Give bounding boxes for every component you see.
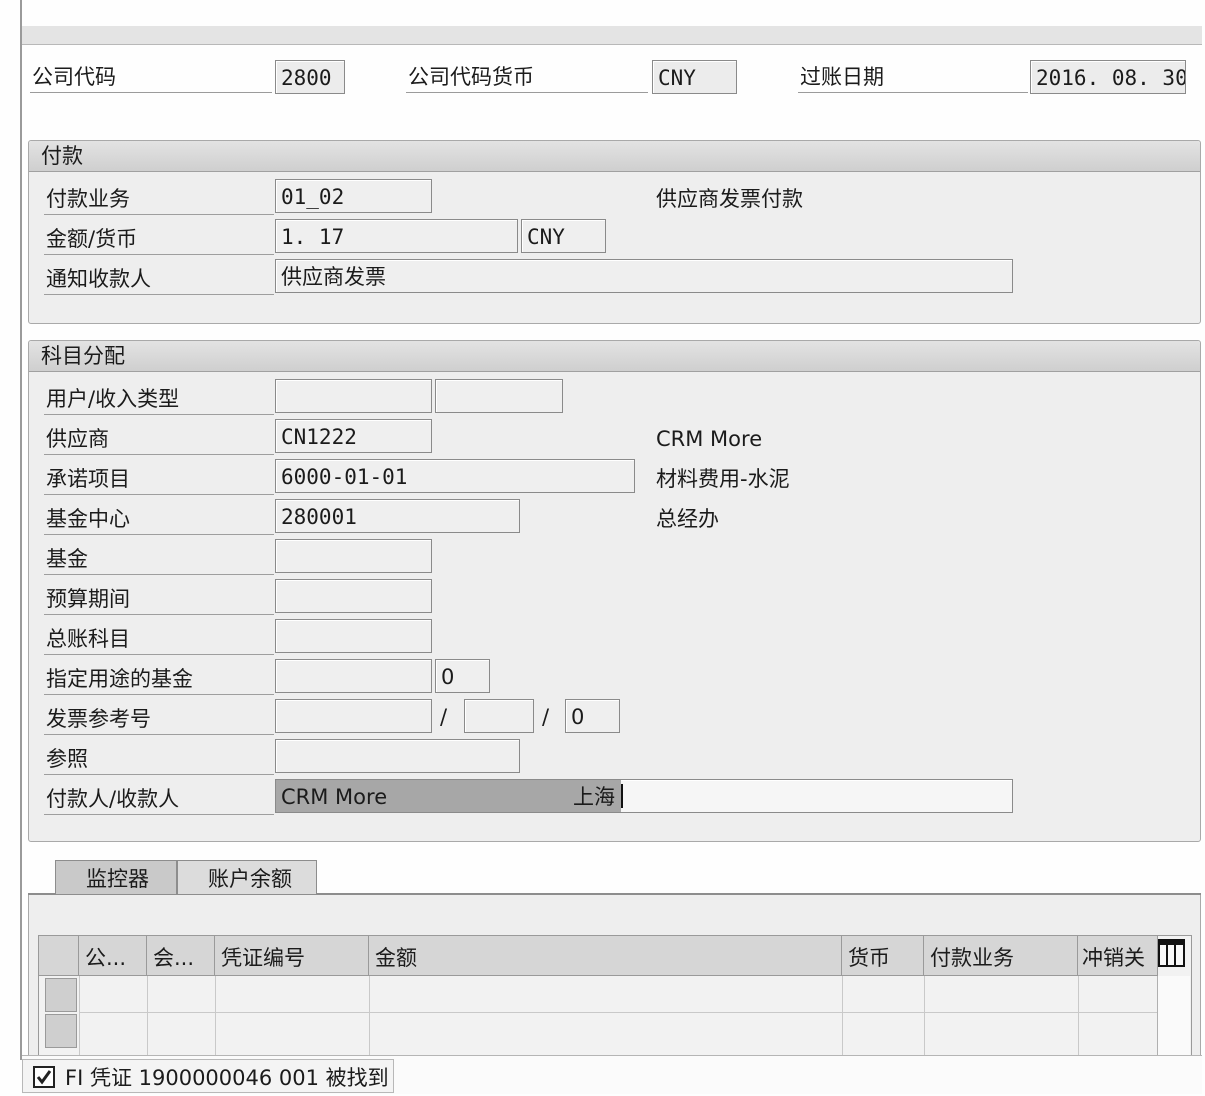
- invoice-reference-label: 发票参考号: [44, 703, 274, 735]
- earmarked-funds-label: 指定用途的基金: [44, 663, 274, 695]
- fund-center-description: 总经办: [656, 507, 719, 531]
- notify-payee-field[interactable]: 供应商发票: [275, 259, 1013, 293]
- column-header[interactable]: 付款业务: [924, 936, 1078, 976]
- amount-currency-label: 金额/货币: [44, 223, 274, 255]
- tab-monitor[interactable]: 监控器: [55, 860, 177, 894]
- window-left-border: [20, 0, 22, 1060]
- documents-table: 公... 会... 凭证编号 金额 货币 付款业务 冲销关: [38, 935, 1192, 1057]
- company-code-field[interactable]: 2800: [275, 60, 345, 94]
- account-assignment-title: 科目分配: [29, 341, 1200, 372]
- gl-account-label: 总账科目: [44, 623, 274, 655]
- commitment-item-field[interactable]: 6000-01-01: [275, 459, 635, 493]
- fund-center-field[interactable]: 280001: [275, 499, 520, 533]
- posting-date-label: 过账日期: [798, 62, 1028, 93]
- column-header[interactable]: 货币: [842, 936, 924, 976]
- tab-account-balance[interactable]: 账户余额: [177, 860, 317, 894]
- notify-payee-label: 通知收款人: [44, 263, 274, 295]
- table-vertical-scrollbar[interactable]: [1157, 976, 1190, 1056]
- payment-transaction-label: 付款业务: [44, 183, 274, 215]
- table-select-all-header[interactable]: [39, 936, 79, 976]
- vendor-description: CRM More: [656, 427, 763, 451]
- grid-line: [1078, 976, 1079, 1056]
- posting-date-field[interactable]: 2016. 08. 30: [1030, 60, 1186, 94]
- column-header[interactable]: 凭证编号: [215, 936, 369, 976]
- fund-center-label: 基金中心: [44, 503, 274, 535]
- column-header[interactable]: 公...: [79, 936, 147, 976]
- grid-line: [79, 976, 80, 1056]
- column-header[interactable]: 金额: [369, 936, 842, 976]
- grid-line: [924, 976, 925, 1056]
- payer-city: 上海: [573, 785, 615, 809]
- payment-transaction-field[interactable]: 01_02: [275, 179, 432, 213]
- earmarked-funds-item-field[interactable]: 0: [435, 659, 490, 693]
- payment-transaction-description: 供应商发票付款: [656, 187, 803, 211]
- vendor-label: 供应商: [44, 423, 274, 455]
- reference-label: 参照: [44, 743, 274, 775]
- status-message-text: FI 凭证 1900000046 001 被找到: [65, 1066, 389, 1090]
- amount-field[interactable]: 1. 17: [275, 219, 518, 253]
- text-cursor: [621, 784, 623, 808]
- invoice-reference-item-field[interactable]: 0: [565, 699, 620, 733]
- budget-period-label: 预算期间: [44, 583, 274, 615]
- amount-currency-field[interactable]: CNY: [521, 219, 606, 253]
- grid-line: [79, 1012, 1157, 1013]
- column-header[interactable]: 冲销关: [1078, 936, 1158, 976]
- grid-line: [215, 976, 216, 1056]
- invoice-reference-doc-field[interactable]: [275, 699, 432, 733]
- commitment-item-description: 材料费用-水泥: [656, 467, 790, 491]
- status-message-box[interactable]: FI 凭证 1900000046 001 被找到: [22, 1059, 394, 1093]
- grid-line: [147, 976, 148, 1056]
- row-selector[interactable]: [45, 978, 77, 1012]
- grid-line: [842, 976, 843, 1056]
- invoice-reference-separator: /: [542, 705, 550, 729]
- window-top-bar: [22, 26, 1202, 45]
- payment-group-title: 付款: [29, 141, 1200, 172]
- column-settings-icon[interactable]: [1158, 938, 1186, 972]
- earmarked-funds-field[interactable]: [275, 659, 432, 693]
- invoice-reference-year-field[interactable]: [464, 699, 534, 733]
- gl-account-field[interactable]: [275, 619, 432, 653]
- fund-field[interactable]: [275, 539, 432, 573]
- company-code-currency-field[interactable]: CNY: [652, 60, 737, 94]
- payer-payee-label: 付款人/收款人: [44, 783, 274, 815]
- company-code-currency-label: 公司代码货币: [406, 62, 648, 93]
- column-header[interactable]: 会...: [147, 936, 215, 976]
- sap-window: 公司代码 2800 公司代码货币 CNY 过账日期 2016. 08. 30 付…: [0, 0, 1205, 1094]
- budget-period-field[interactable]: [275, 579, 432, 613]
- company-code-label: 公司代码: [30, 62, 272, 93]
- success-check-icon: [33, 1066, 55, 1088]
- grid-line: [369, 976, 370, 1056]
- payer-payee-field[interactable]: CRM More 上海: [275, 779, 1013, 813]
- row-selector[interactable]: [45, 1014, 77, 1048]
- payer-name: CRM More: [281, 785, 388, 809]
- vendor-field[interactable]: CN1222: [275, 419, 432, 453]
- user-type-field[interactable]: [275, 379, 432, 413]
- commitment-item-label: 承诺项目: [44, 463, 274, 495]
- user-revenue-type-label: 用户/收入类型: [44, 383, 274, 415]
- fund-label: 基金: [44, 543, 274, 575]
- revenue-type-field[interactable]: [435, 379, 563, 413]
- reference-field[interactable]: [275, 739, 520, 773]
- invoice-reference-separator: /: [440, 705, 448, 729]
